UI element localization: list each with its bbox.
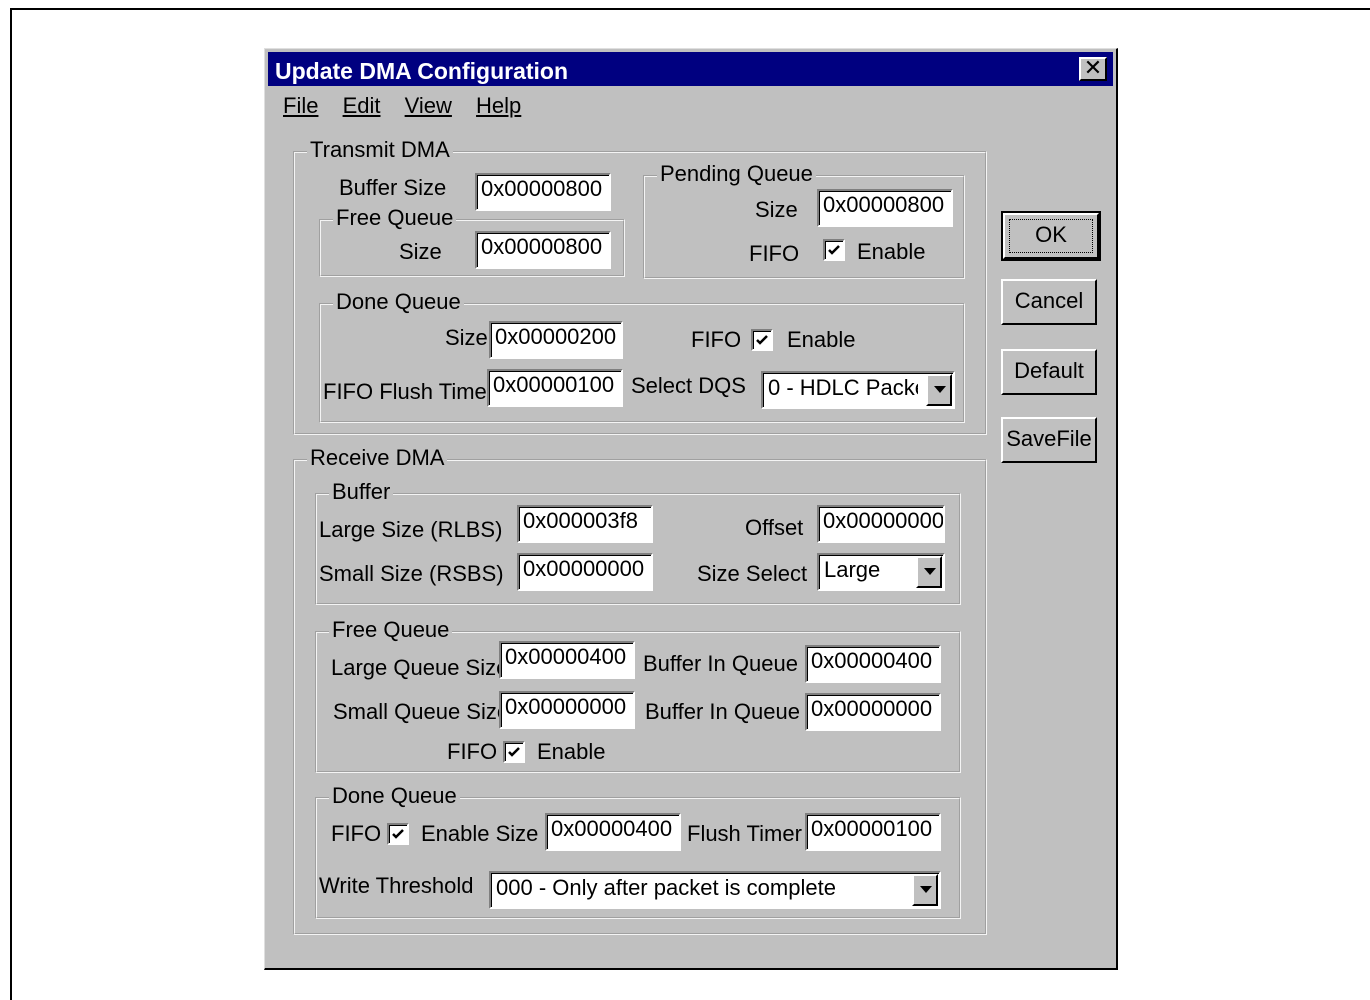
tx-flush-timer-label: FIFO Flush Timer — [323, 379, 495, 404]
tx-free-queue-size-label: Size — [399, 239, 442, 264]
rx-large-size-label: Large Size (RLBS) — [319, 517, 503, 542]
tx-free-queue-size-input[interactable]: 0x00000800 — [475, 231, 611, 269]
focus-rect — [1009, 219, 1093, 253]
tx-done-size-label: Size — [445, 325, 488, 350]
rx-free-fifo-checkbox[interactable] — [503, 741, 525, 763]
chevron-down-icon[interactable] — [912, 874, 938, 906]
rx-done-flush-timer-input[interactable]: 0x00000100 — [805, 813, 941, 851]
rx-offset-input[interactable]: 0x00000000 — [817, 505, 945, 543]
receive-dma-group: Receive DMA Buffer Large Size (RLBS) 0x0… — [293, 445, 987, 935]
menu-view[interactable]: View — [405, 93, 452, 119]
check-icon — [392, 829, 404, 839]
check-icon — [828, 245, 840, 255]
transmit-dma-legend: Transmit DMA — [307, 137, 453, 163]
rx-free-enable-label: Enable — [537, 739, 606, 764]
rx-large-size-input[interactable]: 0x000003f8 — [517, 505, 653, 543]
rx-size-select-label: Size Select — [697, 561, 808, 586]
transmit-dma-group: Transmit DMA Buffer Size 0x00000800 Free… — [293, 137, 987, 435]
tx-done-enable-label: Enable — [787, 327, 856, 352]
tx-pending-queue-group: Pending Queue Size 0x00000800 FIFO Enabl… — [643, 161, 965, 279]
rx-free-queue-group: Free Queue Large Queue Size 0x00000400 B… — [315, 617, 961, 773]
cancel-button[interactable]: Cancel — [1001, 279, 1097, 325]
tx-done-queue-group: Done Queue Size 0x00000200 FIFO Enable F… — [319, 289, 965, 423]
rx-free-queue-legend: Free Queue — [329, 617, 453, 643]
check-icon — [756, 335, 768, 345]
menu-bar: File Edit View Help — [283, 93, 539, 119]
menu-edit[interactable]: Edit — [343, 93, 381, 119]
close-icon: ✕ — [1083, 55, 1103, 80]
select-dqs-value: 0 - HDLC Packet — [768, 375, 918, 400]
tx-pending-size-input[interactable]: 0x00000800 — [817, 189, 953, 227]
menu-file[interactable]: File — [283, 93, 318, 119]
savefile-button[interactable]: SaveFile — [1001, 417, 1097, 463]
rx-done-size-input[interactable]: 0x00000400 — [545, 813, 681, 851]
rx-small-queue-label: Small Queue Size — [333, 699, 510, 724]
tx-free-queue-group: Free Queue Size 0x00000800 — [319, 205, 625, 277]
rx-done-flush-timer-label: Flush Timer — [687, 821, 802, 846]
tx-done-fifo-label: FIFO — [691, 327, 742, 352]
write-threshold-label: Write Threshold — [319, 873, 474, 898]
rx-done-fifo-label: FIFO — [331, 821, 382, 846]
chevron-down-icon[interactable] — [916, 556, 942, 588]
rx-small-size-input[interactable]: 0x00000000 — [517, 553, 653, 591]
close-button[interactable]: ✕ — [1079, 57, 1107, 81]
write-threshold-dropdown[interactable]: 000 - Only after packet is complete — [489, 871, 941, 909]
title-bar[interactable]: Update DMA Configuration ✕ — [268, 52, 1113, 86]
dialog-window: Update DMA Configuration ✕ File Edit Vie… — [264, 48, 1118, 970]
ok-button[interactable]: OK — [1001, 211, 1101, 261]
tx-flush-timer-input[interactable]: 0x00000100 — [487, 369, 623, 407]
tx-pending-fifo-label: FIFO — [749, 241, 800, 266]
rx-bin-input-2[interactable]: 0x00000000 — [805, 693, 941, 731]
rx-size-select-dropdown[interactable]: Large — [817, 553, 945, 591]
rx-bin-label-1: Buffer In Queue — [643, 651, 798, 676]
rx-bin-input-1[interactable]: 0x00000400 — [805, 645, 941, 683]
tx-pending-size-label: Size — [755, 197, 798, 222]
tx-buffer-size-input[interactable]: 0x00000800 — [475, 173, 611, 211]
buffer-size-label: Buffer Size — [339, 175, 447, 200]
rx-large-queue-label: Large Queue Size — [331, 655, 509, 680]
rx-done-fifo-checkbox[interactable] — [387, 823, 409, 845]
rx-buffer-group: Buffer Large Size (RLBS) 0x000003f8 Offs… — [315, 479, 961, 605]
write-threshold-value: 000 - Only after packet is complete — [496, 875, 836, 900]
tx-done-size-input[interactable]: 0x00000200 — [489, 321, 623, 359]
default-button[interactable]: Default — [1001, 349, 1097, 395]
window-title: Update DMA Configuration — [275, 58, 569, 84]
rx-done-queue-legend: Done Queue — [329, 783, 460, 809]
tx-pending-enable-label: Enable — [857, 239, 926, 264]
rx-bin-label-2: Buffer In Queue — [645, 699, 800, 724]
rx-done-queue-group: Done Queue FIFO Enable Size 0x00000400 F… — [315, 783, 961, 919]
tx-free-queue-legend: Free Queue — [333, 205, 457, 231]
tx-done-queue-legend: Done Queue — [333, 289, 464, 315]
tx-done-fifo-checkbox[interactable] — [751, 329, 773, 351]
menu-help[interactable]: Help — [476, 93, 521, 119]
check-icon — [508, 747, 520, 757]
rx-small-queue-input[interactable]: 0x00000000 — [499, 691, 635, 729]
rx-offset-label: Offset — [745, 515, 804, 540]
rx-buffer-legend: Buffer — [329, 479, 394, 505]
rx-free-fifo-label: FIFO — [447, 739, 498, 764]
receive-dma-legend: Receive DMA — [307, 445, 448, 471]
tx-pending-fifo-checkbox[interactable] — [823, 239, 845, 261]
tx-pending-queue-legend: Pending Queue — [657, 161, 816, 187]
rx-size-select-value: Large — [824, 557, 881, 582]
rx-large-queue-input[interactable]: 0x00000400 — [499, 641, 635, 679]
select-dqs-dropdown[interactable]: 0 - HDLC Packet — [761, 371, 955, 409]
rx-small-size-label: Small Size (RSBS) — [319, 561, 504, 586]
rx-done-enable-size-label: Enable Size — [421, 821, 539, 846]
select-dqs-label: Select DQS — [631, 373, 746, 398]
chevron-down-icon[interactable] — [926, 374, 952, 406]
